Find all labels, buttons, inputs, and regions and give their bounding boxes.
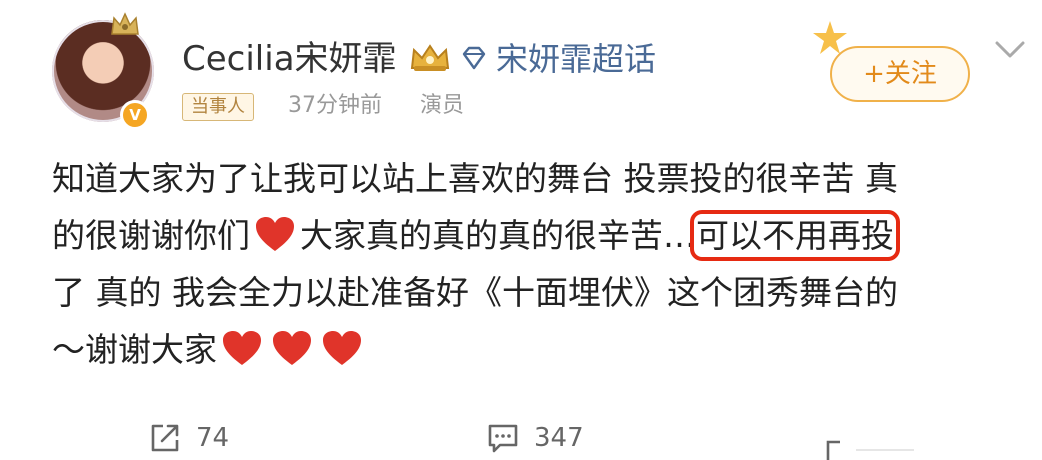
post-content: 知道大家为了让我可以站上喜欢的舞台 投票投的很辛苦 真 的很谢谢你们 大家真的真的… (52, 150, 1022, 378)
content-line: 的很谢谢你们 大家真的真的真的很辛苦…可以不用再投 (52, 207, 1022, 264)
verified-badge-icon: V (120, 100, 150, 130)
comment-count: 347 (534, 423, 584, 453)
repost-button[interactable]: 74 (148, 418, 229, 458)
heart-icon (273, 331, 311, 365)
content-text: ～谢谢大家 (52, 330, 217, 369)
chevron-down-icon[interactable] (994, 40, 1026, 60)
heart-icon (223, 331, 261, 365)
heart-icon (323, 331, 361, 365)
repost-count: 74 (196, 423, 230, 453)
supertopic-link[interactable]: 宋妍霏超话 (496, 37, 656, 81)
like-icon[interactable] (826, 436, 916, 460)
content-line: 知道大家为了让我可以站上喜欢的舞台 投票投的很辛苦 真 (52, 159, 898, 198)
content-line: ～谢谢大家 (52, 321, 1022, 378)
comment-icon (488, 424, 518, 453)
post-time: 37分钟前 (288, 93, 382, 118)
crown-icon (410, 44, 450, 71)
content-text: 大家真的真的真的很辛苦… (300, 216, 696, 255)
heart-icon (256, 217, 294, 251)
profession-label: 演员 (420, 93, 465, 118)
follow-button[interactable]: +关注 (830, 46, 970, 102)
comment-button[interactable]: 347 (486, 418, 584, 458)
repost-icon (151, 424, 179, 452)
avatar-crown-icon (111, 12, 139, 35)
content-line: 了 真的 我会全力以赴准备好《十面埋伏》这个团秀舞台的 (52, 273, 898, 312)
role-badge: 当事人 (182, 93, 254, 121)
diamond-icon (462, 46, 486, 70)
content-text: 的很谢谢你们 (52, 216, 250, 255)
highlighted-text: 可以不用再投 (690, 210, 900, 261)
username[interactable]: Cecilia宋妍霏 (182, 37, 397, 81)
